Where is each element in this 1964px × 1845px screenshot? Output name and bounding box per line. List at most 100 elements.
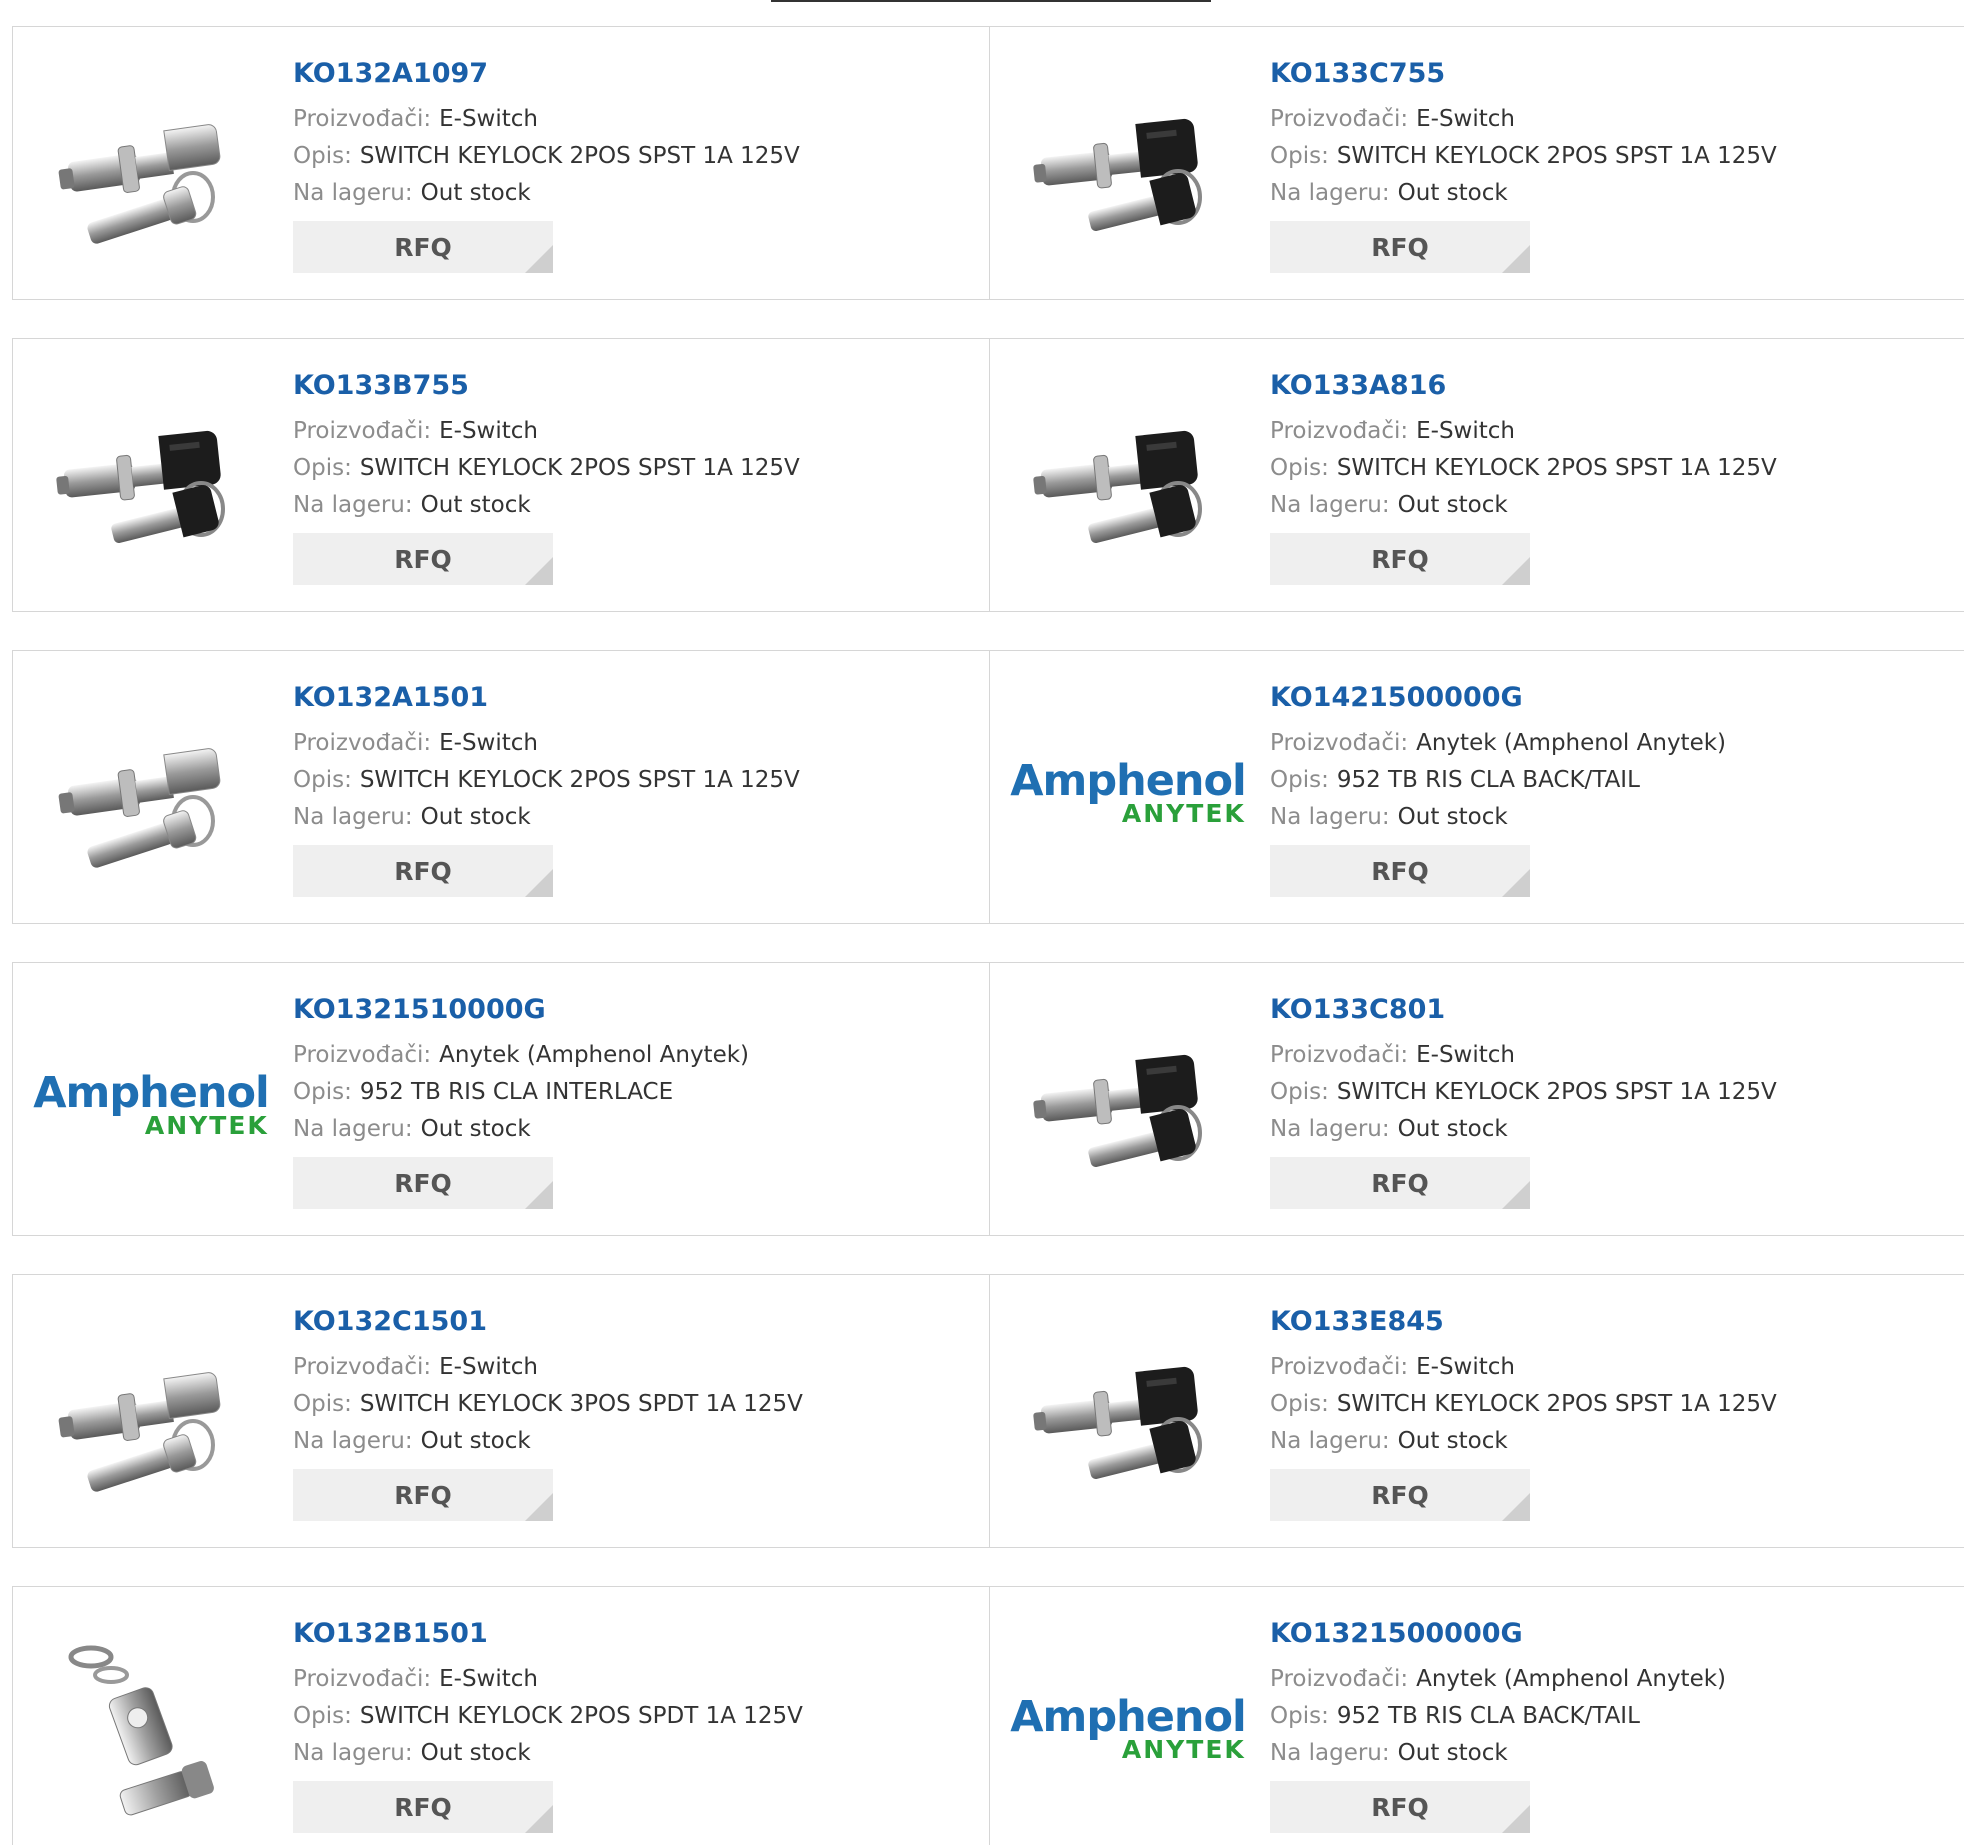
part-number-link[interactable]: KO1421500000G	[1270, 681, 1946, 715]
product-image[interactable]	[1028, 69, 1228, 269]
product-image[interactable]	[51, 69, 251, 269]
amphenol-logo-text: Amphenol	[33, 1068, 270, 1118]
stock-value: Out stock	[1397, 804, 1508, 830]
part-number-link[interactable]: KO133C755	[1270, 57, 1946, 91]
product-card: Amphenol ANYTEK KO1421500000G Proizvođači…	[990, 651, 1964, 923]
stock-value: Out stock	[1397, 1740, 1508, 1766]
rfq-button[interactable]: RFQ	[293, 221, 553, 273]
rfq-button[interactable]: RFQ	[293, 1781, 553, 1833]
product-info: KO133C755 Proizvođači: E-Switch Opis: SWIT…	[1270, 57, 1946, 273]
description-label: Opis:	[1270, 143, 1329, 169]
description-label: Opis:	[1270, 1703, 1329, 1729]
rfq-corner-decoration	[1502, 1805, 1530, 1833]
rfq-button[interactable]: RFQ	[1270, 221, 1530, 273]
stock-label: Na lageru:	[1270, 1740, 1390, 1766]
stock-line: Na lageru: Out stock	[1270, 1735, 1946, 1772]
manufacturer-label: Proizvođači:	[293, 1354, 432, 1380]
manufacturer-line: Proizvođači: Anytek (Amphenol Anytek)	[1270, 1661, 1946, 1698]
description-line: Opis: 952 TB RIS CLA BACK/TAIL	[1270, 762, 1946, 799]
product-info: KO1321500000G Proizvođači: Anytek (Amphen…	[1270, 1617, 1946, 1833]
rfq-button[interactable]: RFQ	[293, 533, 553, 585]
part-number-link[interactable]: KO133C801	[1270, 993, 1946, 1027]
description-label: Opis:	[293, 143, 352, 169]
description-line: Opis: SWITCH KEYLOCK 2POS SPST 1A 125V	[293, 762, 969, 799]
description-label: Opis:	[1270, 1079, 1329, 1105]
part-number-link[interactable]: KO1321510000G	[293, 993, 969, 1027]
part-number-link[interactable]: KO132A1501	[293, 681, 969, 715]
product-info: KO1321510000G Proizvođači: Anytek (Amphen…	[293, 993, 969, 1209]
rfq-button[interactable]: RFQ	[1270, 845, 1530, 897]
product-card: KO133C801 Proizvođači: E-Switch Opis: SWIT…	[990, 963, 1964, 1235]
product-image[interactable]	[1028, 1317, 1228, 1517]
description-line: Opis: SWITCH KEYLOCK 2POS SPST 1A 125V	[1270, 138, 1946, 175]
stock-label: Na lageru:	[293, 1740, 413, 1766]
rfq-corner-decoration	[525, 245, 553, 273]
product-image[interactable]: Amphenol ANYTEK	[1010, 693, 1247, 893]
amphenol-logo-text: Amphenol	[1010, 756, 1247, 806]
description-label: Opis:	[293, 1703, 352, 1729]
manufacturer-value: E-Switch	[439, 106, 538, 132]
product-image[interactable]	[1028, 381, 1228, 581]
product-card: Amphenol ANYTEK KO1321500000G Proizvođači…	[990, 1587, 1964, 1845]
description-value: 952 TB RIS CLA BACK/TAIL	[1336, 767, 1640, 793]
stock-line: Na lageru: Out stock	[1270, 799, 1946, 836]
amphenol-anytek-logo: Amphenol ANYTEK	[1010, 1696, 1247, 1763]
manufacturer-line: Proizvođači: E-Switch	[1270, 101, 1946, 138]
product-info: KO133E845 Proizvođači: E-Switch Opis: SWIT…	[1270, 1305, 1946, 1521]
rfq-button[interactable]: RFQ	[1270, 1469, 1530, 1521]
product-row: KO133B755 Proizvođači: E-Switch Opis: SWIT…	[12, 338, 1964, 612]
rfq-button-label: RFQ	[394, 1480, 452, 1510]
rfq-button[interactable]: RFQ	[1270, 533, 1530, 585]
rfq-corner-decoration	[1502, 245, 1530, 273]
description-line: Opis: 952 TB RIS CLA BACK/TAIL	[1270, 1698, 1946, 1735]
product-image[interactable]	[51, 1317, 251, 1517]
product-grid: KO132A1097 Proizvođači: E-Switch Opis: SWI…	[12, 26, 1964, 1845]
part-number-link[interactable]: KO133A816	[1270, 369, 1946, 403]
part-number-link[interactable]: KO132A1097	[293, 57, 969, 91]
rfq-button[interactable]: RFQ	[1270, 1157, 1530, 1209]
part-number-link[interactable]: KO132C1501	[293, 1305, 969, 1339]
description-label: Opis:	[293, 1079, 352, 1105]
product-card: KO133C755 Proizvođači: E-Switch Opis: SWIT…	[990, 27, 1964, 299]
product-image[interactable]	[51, 693, 251, 893]
amphenol-anytek-logo: Amphenol ANYTEK	[1010, 756, 1247, 827]
product-card: KO132A1501 Proizvođači: E-Switch Opis: SWI…	[13, 651, 990, 923]
product-image[interactable]	[51, 1629, 251, 1829]
rfq-button[interactable]: RFQ	[1270, 1781, 1530, 1833]
rfq-button[interactable]: RFQ	[293, 1469, 553, 1521]
rfq-button[interactable]: RFQ	[293, 845, 553, 897]
description-value: SWITCH KEYLOCK 2POS SPST 1A 125V	[359, 143, 800, 169]
part-number-link[interactable]: KO132B1501	[293, 1617, 969, 1651]
description-line: Opis: SWITCH KEYLOCK 2POS SPST 1A 125V	[1270, 1386, 1946, 1423]
product-image[interactable]	[1028, 1005, 1228, 1205]
black-keylock-icon	[1028, 1005, 1228, 1205]
part-number-link[interactable]: KO133E845	[1270, 1305, 1946, 1339]
description-value: SWITCH KEYLOCK 2POS SPST 1A 125V	[1336, 1391, 1777, 1417]
stock-line: Na lageru: Out stock	[293, 1735, 969, 1772]
product-image[interactable]: Amphenol ANYTEK	[33, 1005, 270, 1205]
black-keylock-icon	[1028, 69, 1228, 269]
product-image[interactable]: Amphenol ANYTEK	[1010, 1629, 1247, 1829]
product-image[interactable]	[51, 381, 251, 581]
description-value: 952 TB RIS CLA INTERLACE	[359, 1079, 674, 1105]
stock-label: Na lageru:	[293, 1116, 413, 1142]
manufacturer-line: Proizvođači: E-Switch	[293, 725, 969, 762]
manufacturer-value: E-Switch	[1416, 1354, 1515, 1380]
part-number-link[interactable]: KO1321500000G	[1270, 1617, 1946, 1651]
stock-line: Na lageru: Out stock	[293, 1111, 969, 1148]
manufacturer-value: Anytek (Amphenol Anytek)	[1416, 730, 1727, 756]
description-line: Opis: SWITCH KEYLOCK 2POS SPST 1A 125V	[293, 138, 969, 175]
rfq-button[interactable]: RFQ	[293, 1157, 553, 1209]
stock-value: Out stock	[420, 1740, 531, 1766]
manufacturer-label: Proizvođači:	[1270, 1666, 1409, 1692]
product-info: KO132B1501 Proizvođači: E-Switch Opis: SWI…	[293, 1617, 969, 1833]
stock-label: Na lageru:	[1270, 804, 1390, 830]
part-number-link[interactable]: KO133B755	[293, 369, 969, 403]
description-line: Opis: SWITCH KEYLOCK 2POS SPDT 1A 125V	[293, 1698, 969, 1735]
rfq-corner-decoration	[1502, 869, 1530, 897]
rfq-corner-decoration	[525, 1181, 553, 1209]
manufacturer-line: Proizvođači: E-Switch	[1270, 413, 1946, 450]
rfq-button-label: RFQ	[1371, 1792, 1429, 1822]
rfq-corner-decoration	[525, 557, 553, 585]
description-line: Opis: SWITCH KEYLOCK 2POS SPST 1A 125V	[293, 450, 969, 487]
